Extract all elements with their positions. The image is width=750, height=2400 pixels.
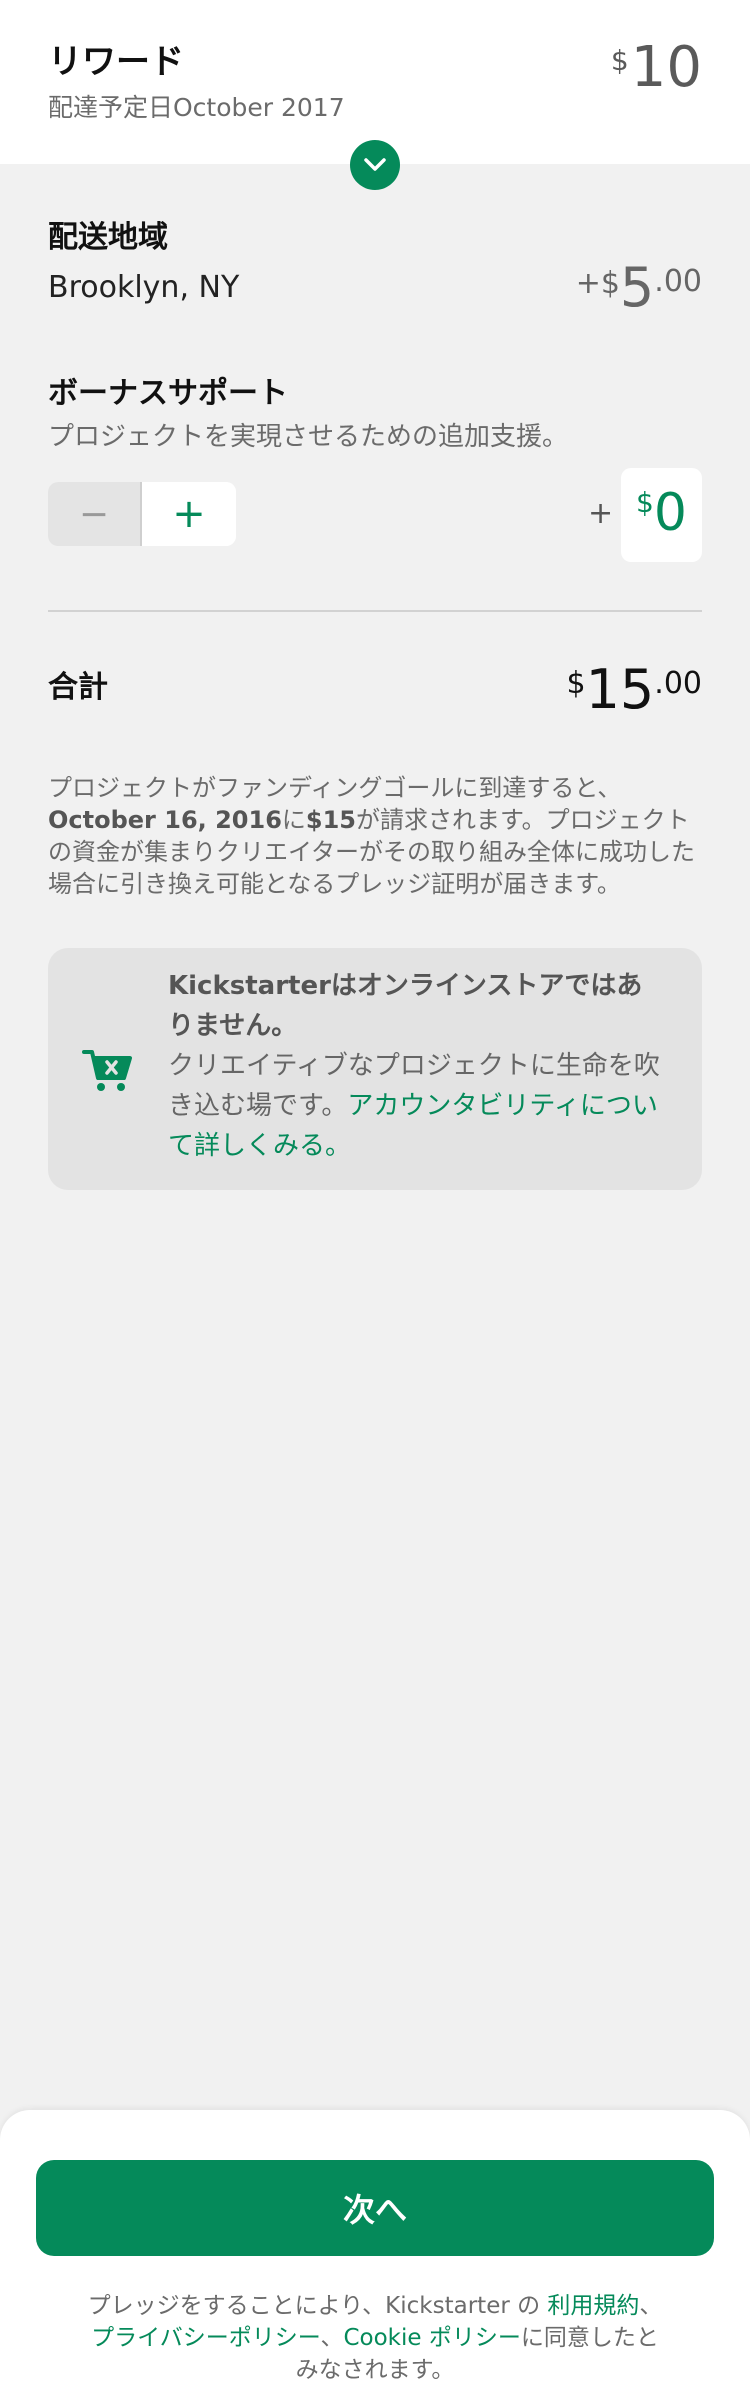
total-amount-decimal: .00 xyxy=(654,666,702,701)
shipping-price-value: 5 xyxy=(619,256,655,319)
legal-note: プレッジをすることにより、Kickstarter の 利用規約、プライバシーポリ… xyxy=(80,2290,670,2386)
reward-title: リワード xyxy=(48,42,184,82)
kickstarter-info-box: Kickstarterはオンラインストアではありません。 クリエイティブなプロジ… xyxy=(48,948,702,1190)
reward-amount-value: 10 xyxy=(630,35,702,100)
reward-currency: $ xyxy=(610,44,629,77)
total-label: 合計 xyxy=(48,670,108,705)
next-button[interactable]: 次へ xyxy=(36,2160,714,2256)
shipping-label: 配送地域 xyxy=(48,220,168,255)
total-currency: $ xyxy=(566,666,586,701)
chevron-down-icon xyxy=(364,158,386,171)
bonus-amount-input[interactable]: $ 0 xyxy=(621,468,702,562)
reward-delivery-date: 配達予定日October 2017 xyxy=(48,93,345,122)
total-amount-value: 15 xyxy=(585,658,655,721)
charge-date: October 16, 2016 xyxy=(48,806,282,834)
shipping-price: +$ 5 .00 xyxy=(576,258,702,318)
decrement-button[interactable]: − xyxy=(48,482,142,546)
bonus-amount-value: 0 xyxy=(653,483,687,543)
shipping-location[interactable]: Brooklyn, NY xyxy=(48,270,239,305)
reward-amount: $ 10 xyxy=(611,36,702,100)
charge-note-text-1: プロジェクトがファンディングゴールに到達すると、 xyxy=(48,774,622,802)
divider xyxy=(48,610,702,612)
shipping-price-decimal: .00 xyxy=(654,264,702,299)
bonus-plus-sign: + xyxy=(588,496,614,531)
bottom-sheet: 次へ プレッジをすることにより、Kickstarter の 利用規約、プライバシ… xyxy=(0,2110,750,2400)
shipping-price-prefix: +$ xyxy=(575,266,620,301)
bonus-currency: $ xyxy=(636,486,654,519)
charge-amount: $15 xyxy=(305,806,357,834)
legal-separator-1: 、 xyxy=(639,2293,663,2319)
cart-icon xyxy=(82,1050,132,1091)
bonus-support-label: ボーナスサポート xyxy=(48,376,288,411)
legal-text-1: プレッジをすることにより、Kickstarter の xyxy=(87,2293,548,2319)
collapse-button[interactable] xyxy=(350,140,400,190)
privacy-policy-link[interactable]: プライバシーポリシー xyxy=(91,2325,320,2351)
info-heading: Kickstarterはオンラインストアではありません。 xyxy=(168,971,643,1041)
bonus-support-description: プロジェクトを実現させるための追加支援。 xyxy=(48,422,569,452)
charge-note-text-2: に xyxy=(281,806,306,834)
increment-button[interactable]: + xyxy=(142,482,236,546)
info-text: Kickstarterはオンラインストアではありません。 クリエイティブなプロジ… xyxy=(168,966,668,1166)
total-amount: $ 15 .00 xyxy=(566,660,702,720)
bonus-stepper: − + xyxy=(48,482,236,546)
terms-link[interactable]: 利用規約 xyxy=(547,2293,639,2319)
charge-note: プロジェクトがファンディングゴールに到達すると、 October 16, 2016… xyxy=(48,772,702,900)
legal-separator-2: 、 xyxy=(320,2325,344,2351)
cookie-policy-link[interactable]: Cookie ポリシー xyxy=(343,2325,520,2351)
